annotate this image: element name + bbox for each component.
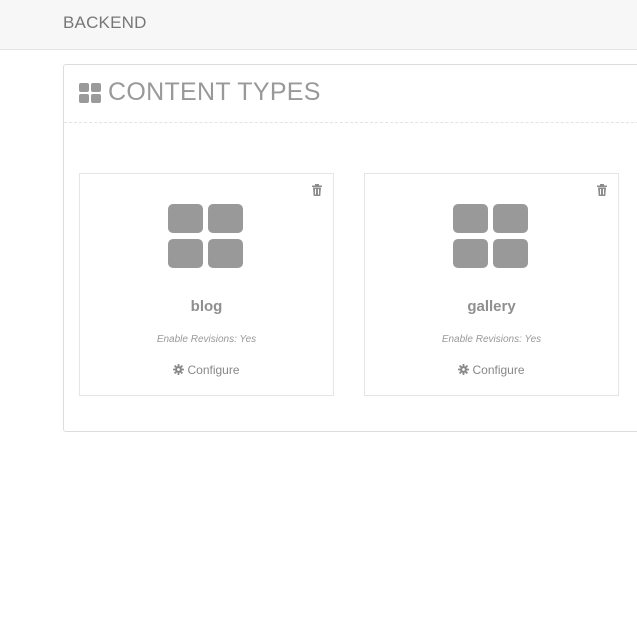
revisions-status: Enable Revisions: Yes — [156, 334, 257, 345]
content-type-card: gallery Enable Revisions: Yes Configure — [364, 173, 619, 396]
th-large-icon — [453, 204, 529, 268]
configure-button[interactable]: Configure — [80, 363, 333, 378]
brand-link[interactable]: BACKEND — [63, 13, 147, 33]
trash-icon[interactable] — [597, 183, 607, 196]
content-type-card: blog Enable Revisions: Yes Configure — [79, 173, 334, 396]
th-large-icon — [79, 83, 102, 103]
content-type-name: gallery — [467, 298, 516, 315]
configure-button[interactable]: Configure — [365, 363, 618, 378]
top-navbar: BACKEND — [0, 0, 637, 50]
gear-icon — [458, 364, 470, 378]
configure-label: Configure — [187, 363, 240, 377]
content-type-name: blog — [190, 298, 223, 315]
th-large-icon — [168, 204, 244, 268]
configure-label: Configure — [472, 363, 525, 377]
revisions-status: Enable Revisions: Yes — [441, 334, 542, 345]
trash-icon[interactable] — [312, 183, 322, 196]
content-types-panel: CONTENT TYPES blog Enable Revisions: Yes — [63, 64, 637, 432]
panel-heading: CONTENT TYPES — [64, 65, 637, 123]
gear-icon — [173, 364, 185, 378]
panel-title: CONTENT TYPES — [108, 78, 321, 106]
